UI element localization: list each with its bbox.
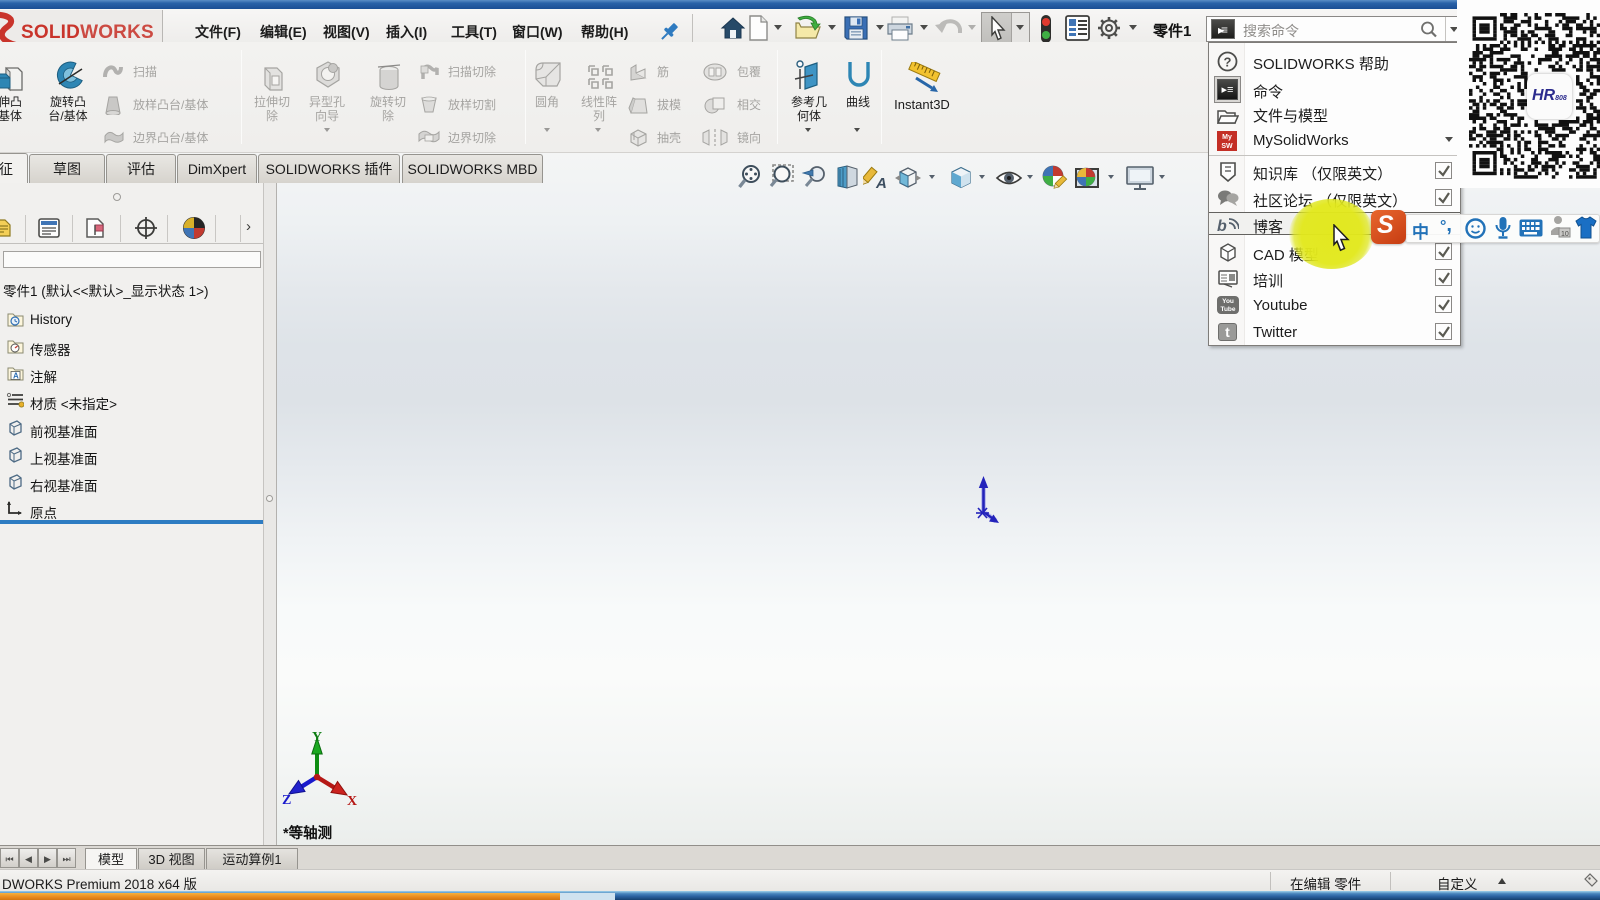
svg-text:A: A	[875, 175, 887, 191]
svg-text:b: b	[1217, 218, 1227, 234]
svg-text:10: 10	[1561, 231, 1569, 238]
svg-text:X: X	[347, 794, 357, 809]
svg-text:?: ?	[1224, 55, 1232, 70]
svg-text:A: A	[13, 372, 19, 381]
svg-text:Z: Z	[282, 793, 291, 808]
svg-text:Y: Y	[312, 730, 322, 745]
